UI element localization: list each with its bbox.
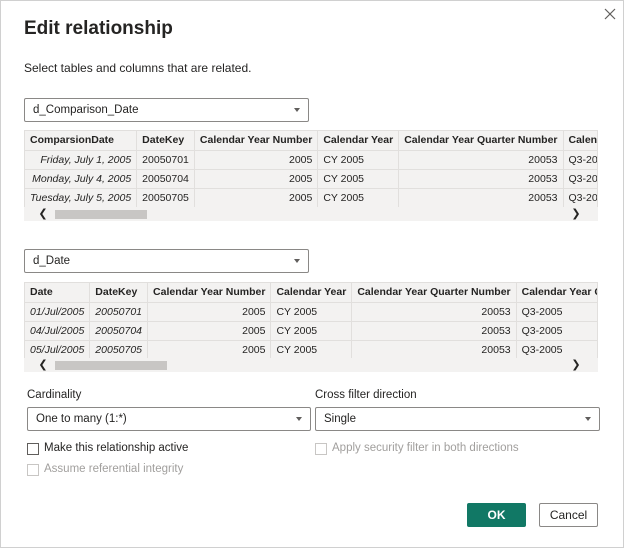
table-cell: Monday, July 4, 2005 <box>25 169 138 189</box>
edit-relationship-dialog: Edit relationship Select tables and colu… <box>0 0 624 548</box>
scroll-left-icon[interactable]: ❮ <box>36 358 50 372</box>
table-cell: 05/Jul/2005 <box>25 340 91 359</box>
table-cell: Q3-2005 <box>516 340 597 359</box>
dialog-title: Edit relationship <box>24 18 173 39</box>
table-cell: 20050701 <box>136 150 195 170</box>
make-active-checkbox[interactable] <box>27 443 39 455</box>
table-cell: 20053 <box>398 150 564 170</box>
column-header: Calendar Year <box>317 131 400 151</box>
table2-scrollbar[interactable]: ❮ ❯ <box>24 358 598 372</box>
table-row: Tuesday, July 5, 2005 20050705 2005 CY 2… <box>25 188 597 207</box>
table1-select-value: d_Comparison_Date <box>33 104 139 116</box>
table-cell: 2005 <box>194 188 319 207</box>
table-cell: 20050701 <box>89 302 149 322</box>
table-row: Friday, July 1, 2005 20050701 2005 CY 20… <box>25 150 597 170</box>
table-cell: 20053 <box>398 169 564 189</box>
make-active-label: Make this relationship active <box>44 442 189 454</box>
table-cell: 2005 <box>147 321 272 341</box>
table2-select-value: d_Date <box>33 255 71 267</box>
column-header: ComparsionDate <box>25 131 138 151</box>
column-header: Calendar Year Number <box>147 283 272 303</box>
table-cell: 20050704 <box>136 169 195 189</box>
table1-scrollbar[interactable]: ❮ ❯ <box>24 207 598 221</box>
table-row: 04/Jul/2005 20050704 2005 CY 2005 20053 … <box>25 321 597 341</box>
cardinality-label: Cardinality <box>27 389 82 401</box>
table-cell: Q3-2005 <box>516 302 597 322</box>
table-cell: Q3-2005 <box>563 150 597 170</box>
table-cell: Q3-2005 <box>516 321 597 341</box>
referential-integrity-checkbox <box>27 464 39 476</box>
cross-filter-value: Single <box>324 413 356 425</box>
table-cell: 20053 <box>351 321 517 341</box>
cardinality-select[interactable]: One to many (1:*) <box>27 407 311 431</box>
table-cell: CY 2005 <box>317 169 400 189</box>
table-cell: 20053 <box>351 302 517 322</box>
chevron-down-icon <box>585 417 591 421</box>
chevron-down-icon <box>296 417 302 421</box>
table-cell: 20053 <box>398 188 564 207</box>
table-cell: Q3-2005 <box>563 188 597 207</box>
table-cell: CY 2005 <box>270 340 353 359</box>
table-cell: CY 2005 <box>270 302 353 322</box>
table-cell: Q3-2005 <box>563 169 597 189</box>
table-cell: 20050705 <box>136 188 195 207</box>
table-cell: 04/Jul/2005 <box>25 321 91 341</box>
column-header: Calendar Year Quarter Number <box>398 131 564 151</box>
security-filter-checkbox <box>315 443 327 455</box>
chevron-down-icon <box>294 259 300 263</box>
table-cell: Friday, July 1, 2005 <box>25 150 138 170</box>
column-header: Calendar Year Quarter Number <box>351 283 517 303</box>
scroll-right-icon[interactable]: ❯ <box>569 207 583 221</box>
table2-preview: Date DateKey Calendar Year Number Calend… <box>24 282 598 360</box>
table-row: 05/Jul/2005 20050705 2005 CY 2005 20053 … <box>25 340 597 359</box>
table-cell: 2005 <box>147 340 272 359</box>
table-cell: 2005 <box>194 169 319 189</box>
column-header: Calendar <box>563 131 597 151</box>
table-row: 01/Jul/2005 20050701 2005 CY 2005 20053 … <box>25 302 597 322</box>
cancel-button[interactable]: Cancel <box>539 503 598 527</box>
column-header: Calendar Year <box>270 283 353 303</box>
table-cell: CY 2005 <box>270 321 353 341</box>
scroll-thumb[interactable] <box>55 361 167 370</box>
table1-preview: ComparsionDate DateKey Calendar Year Num… <box>24 130 598 208</box>
scroll-right-icon[interactable]: ❯ <box>569 358 583 372</box>
table-cell: 20050704 <box>89 321 149 341</box>
table-cell: 2005 <box>194 150 319 170</box>
cross-filter-select[interactable]: Single <box>315 407 600 431</box>
column-header: DateKey <box>136 131 195 151</box>
chevron-down-icon <box>294 108 300 112</box>
table-cell: 20053 <box>351 340 517 359</box>
dialog-subtitle: Select tables and columns that are relat… <box>24 61 252 75</box>
column-header: Date <box>25 283 91 303</box>
table2-select[interactable]: d_Date <box>24 249 309 273</box>
table1-select[interactable]: d_Comparison_Date <box>24 98 309 122</box>
table-cell: 2005 <box>147 302 272 322</box>
scroll-left-icon[interactable]: ❮ <box>36 207 50 221</box>
table-cell: CY 2005 <box>317 150 400 170</box>
table-cell: CY 2005 <box>317 188 400 207</box>
cross-filter-label: Cross filter direction <box>315 389 417 401</box>
table-cell: 01/Jul/2005 <box>25 302 91 322</box>
close-icon[interactable] <box>601 5 619 23</box>
scroll-thumb[interactable] <box>55 210 147 219</box>
column-header: Calendar Year Qu <box>516 283 597 303</box>
referential-integrity-label: Assume referential integrity <box>44 463 184 475</box>
column-header: DateKey <box>89 283 149 303</box>
cardinality-value: One to many (1:*) <box>36 413 127 425</box>
security-filter-label: Apply security filter in both directions <box>332 442 519 454</box>
ok-button[interactable]: OK <box>467 503 526 527</box>
column-header: Calendar Year Number <box>194 131 319 151</box>
table-cell: 20050705 <box>89 340 149 359</box>
table-row: Monday, July 4, 2005 20050704 2005 CY 20… <box>25 169 597 189</box>
table-cell: Tuesday, July 5, 2005 <box>25 188 138 207</box>
